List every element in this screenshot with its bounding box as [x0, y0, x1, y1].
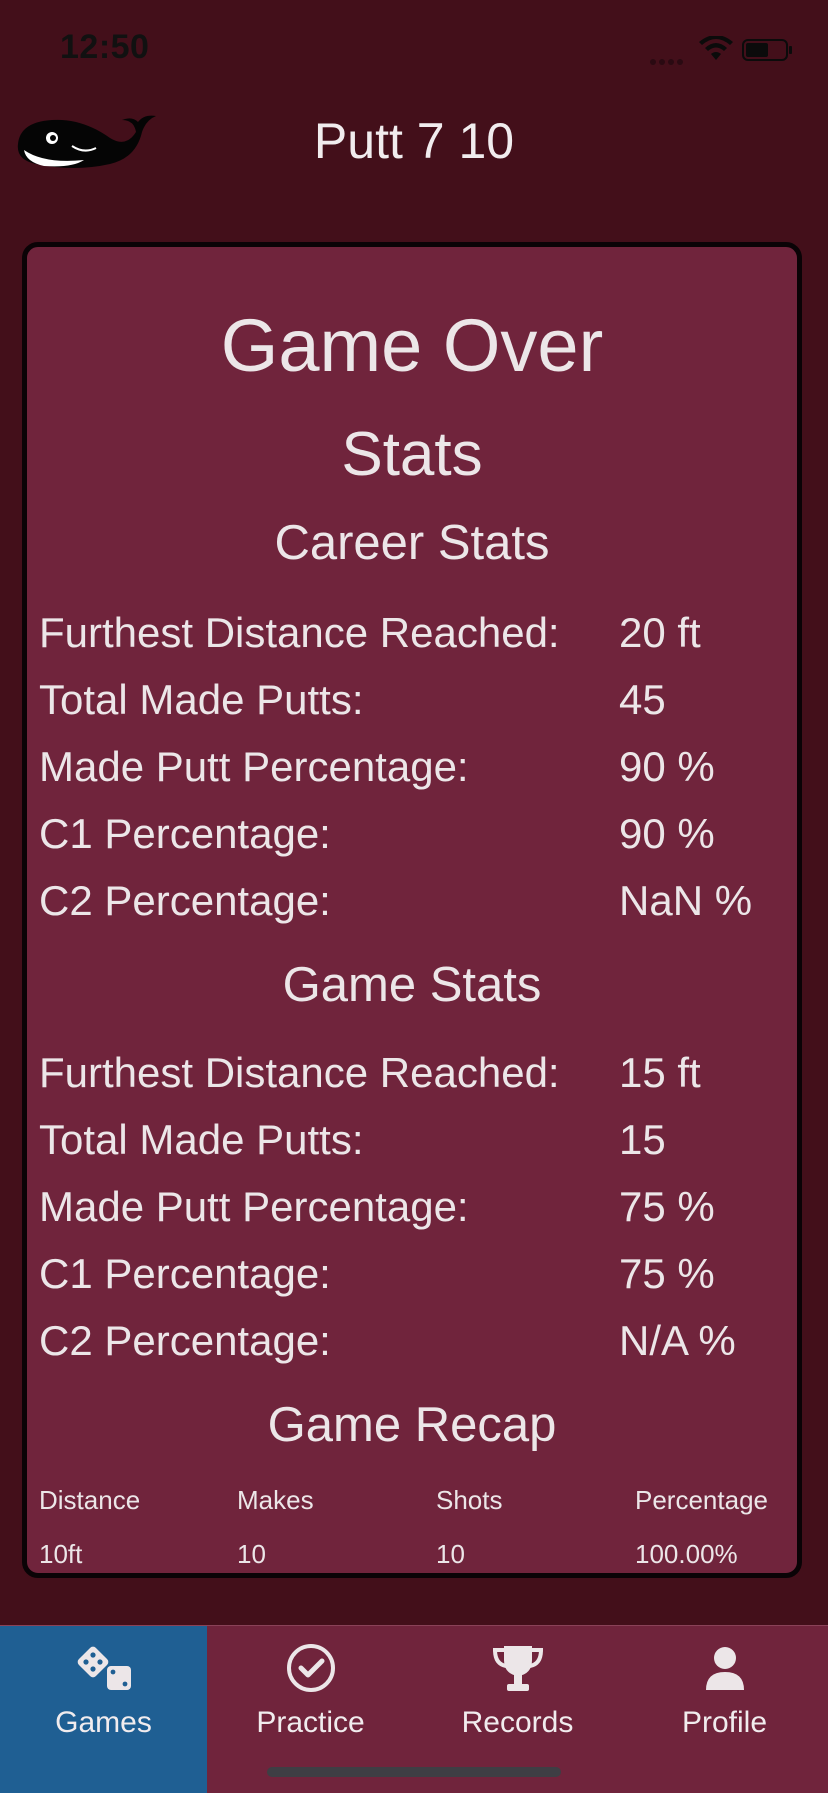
game-over-card: Game Over Stats Career Stats Furthest Di…: [22, 242, 802, 1578]
career-stat-row: C1 Percentage: 90 %: [39, 810, 799, 872]
stat-value: 15 ft: [619, 1049, 701, 1096]
tab-label: Profile: [681, 1706, 768, 1739]
game-recap-heading: Game Recap: [267, 1398, 557, 1452]
stat-label: Made Putt Percentage:: [39, 1183, 469, 1230]
status-time: 12:50: [60, 28, 150, 66]
home-indicator[interactable]: [267, 1767, 561, 1777]
tab-label: Records: [461, 1706, 574, 1739]
app-title: Putt 7 10: [313, 113, 515, 169]
stat-value: NaN %: [619, 877, 753, 924]
career-stat-row: Total Made Putts: 45: [39, 676, 799, 738]
game-stat-row: Total Made Putts: 15: [39, 1116, 799, 1178]
stat-label: Made Putt Percentage:: [39, 743, 469, 790]
stats-heading: Stats: [341, 420, 483, 489]
wifi-icon: [699, 36, 733, 60]
stat-label: Furthest Distance Reached:: [39, 609, 560, 656]
trophy-icon: [492, 1646, 544, 1691]
status-bar: 12:50: [0, 0, 828, 100]
tab-profile[interactable]: Profile: [621, 1626, 828, 1793]
career-stat-row: C2 Percentage: NaN %: [39, 877, 799, 939]
stat-label: C2 Percentage:: [39, 1317, 331, 1364]
recap-column-header: Percentage: [635, 1485, 768, 1515]
recap-column-header: Distance: [39, 1485, 141, 1515]
career-stat-row: Furthest Distance Reached: 20 ft: [39, 609, 799, 671]
stat-label: C1 Percentage:: [39, 1250, 331, 1297]
game-stat-row: Furthest Distance Reached: 15 ft: [39, 1049, 799, 1111]
recap-cell-shots: 10: [436, 1539, 465, 1569]
game-over-heading: Game Over: [220, 304, 604, 387]
stat-value: N/A %: [619, 1317, 736, 1364]
recap-cell-percentage: 100.00%: [635, 1539, 738, 1569]
game-stat-row: C1 Percentage: 75 %: [39, 1250, 799, 1312]
career-stat-row: Made Putt Percentage: 90 %: [39, 743, 799, 805]
stat-value: 75 %: [619, 1250, 715, 1297]
dice-icon: [77, 1646, 131, 1690]
stat-value: 15: [619, 1116, 666, 1163]
person-icon: [706, 1647, 744, 1690]
app-header: Putt 7 10: [0, 100, 828, 210]
tab-label: Games: [55, 1706, 152, 1739]
recap-column-header: Shots: [436, 1485, 503, 1515]
stat-label: C2 Percentage:: [39, 877, 331, 924]
battery-icon: [742, 39, 792, 61]
stat-value: 45: [619, 676, 666, 723]
career-stats-heading: Career Stats: [274, 516, 550, 570]
tab-games[interactable]: Games: [0, 1626, 207, 1793]
tab-label: Practice: [256, 1706, 365, 1739]
game-stat-row: C2 Percentage: N/A %: [39, 1317, 799, 1379]
stat-label: C1 Percentage:: [39, 810, 331, 857]
stat-label: Total Made Putts:: [39, 676, 364, 723]
game-stat-row: Made Putt Percentage: 75 %: [39, 1183, 799, 1245]
stat-value: 90 %: [619, 810, 715, 857]
recap-cell-makes: 10: [237, 1539, 266, 1569]
checkmark-circle-icon: [287, 1644, 335, 1692]
stat-label: Total Made Putts:: [39, 1116, 364, 1163]
cellular-signal-icon: [650, 52, 690, 65]
recap-column-header: Makes: [237, 1485, 314, 1515]
stat-value: 20 ft: [619, 609, 701, 656]
stat-value: 90 %: [619, 743, 715, 790]
game-stats-heading: Game Stats: [282, 958, 542, 1012]
stat-label: Furthest Distance Reached:: [39, 1049, 560, 1096]
stat-value: 75 %: [619, 1183, 715, 1230]
recap-cell-distance: 10ft: [39, 1539, 83, 1569]
